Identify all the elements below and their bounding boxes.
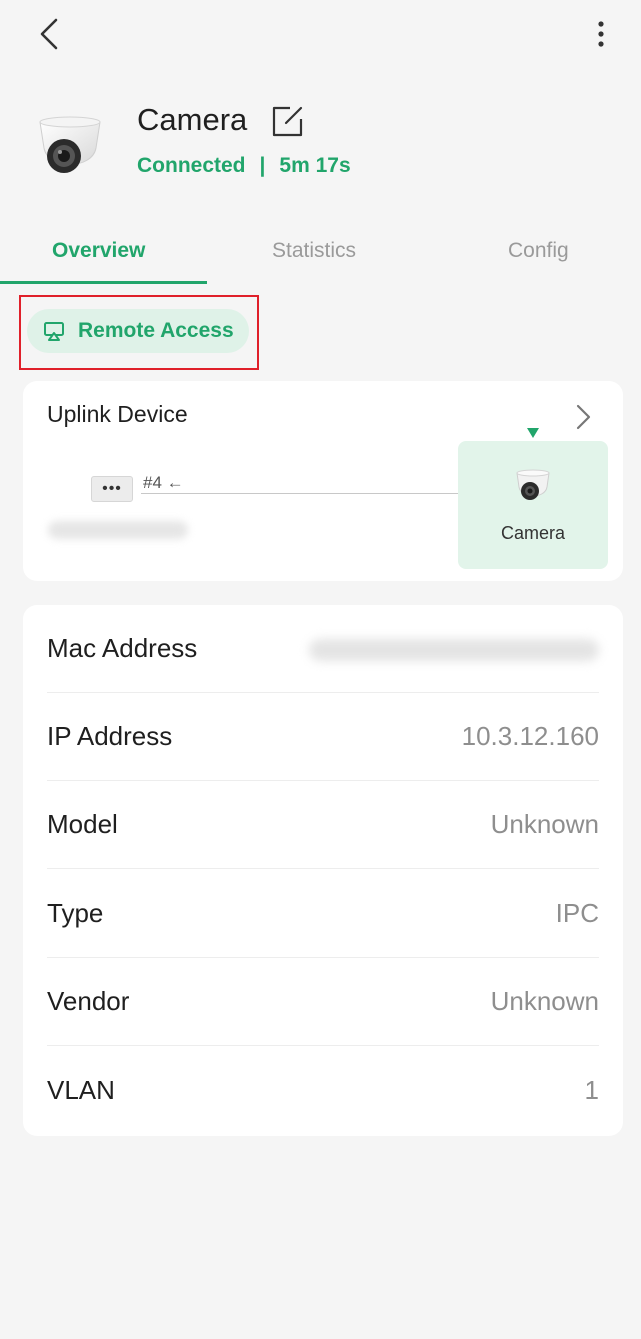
- chevron-right-icon[interactable]: [573, 403, 593, 431]
- info-value: IPC: [555, 898, 599, 928]
- info-value: Unknown: [490, 986, 599, 1016]
- uplink-device-name-redacted: [48, 521, 188, 539]
- camera-icon: [516, 469, 550, 500]
- info-key: Type: [47, 898, 104, 928]
- info-value: Unknown: [490, 809, 599, 839]
- info-row-model: Model Unknown: [47, 781, 599, 869]
- info-row-vendor: Vendor Unknown: [47, 958, 599, 1046]
- more-button[interactable]: [591, 18, 611, 50]
- tab-statistics[interactable]: Statistics: [272, 239, 356, 263]
- more-vertical-icon: [598, 21, 604, 47]
- uptime: 5m 17s: [279, 154, 351, 177]
- info-value: 10.3.12.160: [461, 721, 599, 751]
- info-key: Vendor: [47, 986, 130, 1016]
- tab-bar: Overview Statistics Config: [0, 225, 641, 285]
- info-key: Mac Address: [47, 633, 198, 663]
- tab-config[interactable]: Config: [508, 239, 569, 263]
- device-name: Camera: [137, 102, 248, 137]
- top-bar: [0, 0, 641, 70]
- port-label: #4 ←: [143, 473, 184, 492]
- info-key: IP Address: [47, 721, 173, 751]
- uplink-title: Uplink Device: [47, 401, 188, 427]
- tab-overview[interactable]: Overview: [52, 239, 145, 263]
- info-row-ip: IP Address 10.3.12.160: [47, 693, 599, 781]
- current-device-node: Camera: [458, 428, 608, 569]
- link-line: [141, 493, 506, 494]
- edit-name-button[interactable]: [270, 104, 306, 138]
- status-line: Connected | 5m 17s: [137, 154, 351, 178]
- chevron-left-icon: [40, 18, 58, 50]
- screen-cast-icon: [44, 322, 64, 341]
- info-key: Model: [47, 809, 118, 839]
- camera-device-image: [39, 116, 101, 173]
- edit-icon: [272, 106, 303, 137]
- switch-icon: •••: [91, 476, 133, 502]
- info-row-mac: Mac Address: [47, 605, 599, 693]
- info-row-vlan: VLAN 1: [47, 1047, 599, 1135]
- remote-access-button[interactable]: Remote Access: [27, 309, 249, 353]
- uplink-card[interactable]: Uplink Device ••• #4 ← Camera: [23, 381, 623, 581]
- mac-address-redacted: [309, 639, 599, 661]
- current-device-label: Camera: [500, 523, 566, 543]
- remote-access-label: Remote Access: [78, 319, 234, 342]
- back-button[interactable]: [34, 18, 66, 50]
- info-value: 1: [584, 1075, 599, 1105]
- device-info-card: Mac Address IP Address 10.3.12.160 Model…: [23, 605, 623, 1136]
- status-separator: |: [259, 154, 266, 177]
- device-header: Camera Connected | 5m 17s: [0, 96, 641, 196]
- info-key: VLAN: [47, 1075, 115, 1105]
- active-tab-indicator: [0, 281, 207, 284]
- triangle-down-icon: [527, 428, 539, 438]
- connection-status: Connected: [137, 154, 246, 177]
- info-row-type: Type IPC: [47, 870, 599, 958]
- remote-access-highlight: Remote Access: [19, 295, 259, 370]
